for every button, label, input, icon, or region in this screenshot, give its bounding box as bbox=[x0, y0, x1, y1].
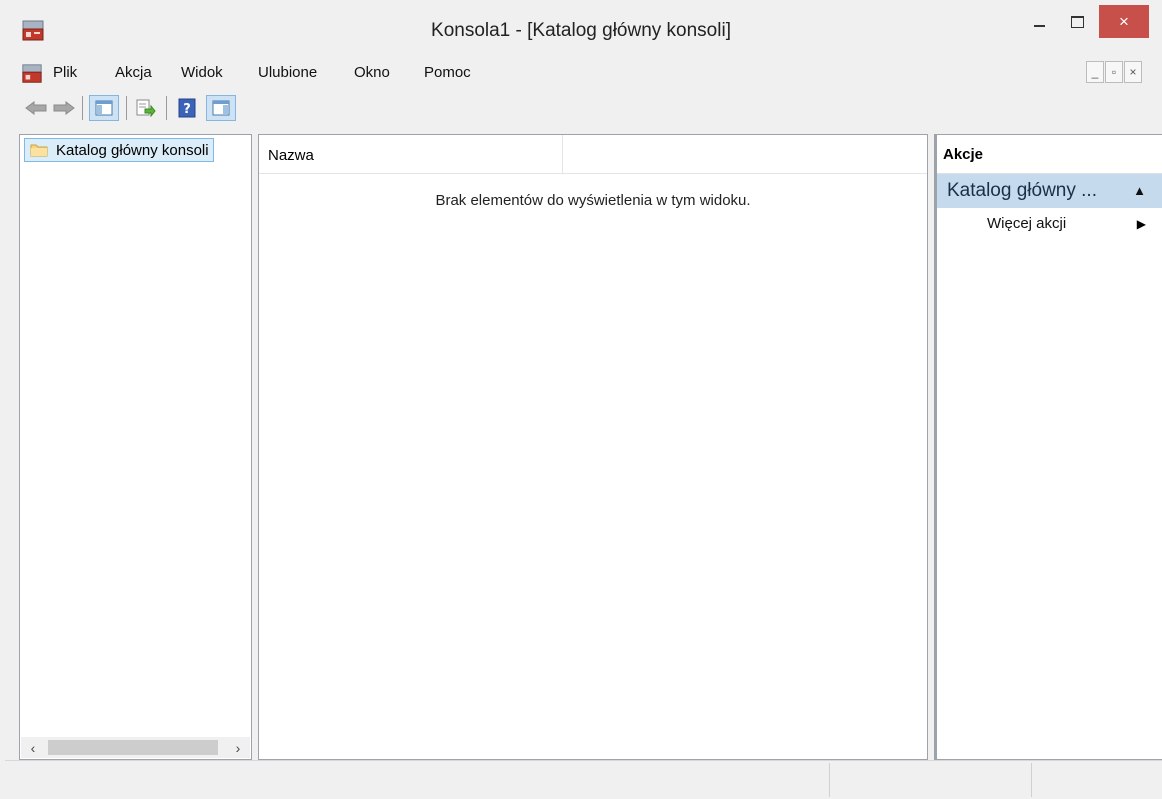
back-button[interactable] bbox=[24, 95, 48, 121]
show-hide-console-tree-button[interactable] bbox=[89, 95, 119, 121]
status-separator bbox=[1031, 763, 1032, 797]
close-icon: × bbox=[1119, 11, 1129, 31]
menu-pomoc-label: Pomoc bbox=[424, 64, 471, 81]
mdi-close-icon: × bbox=[1129, 65, 1137, 79]
menu-widok-label: Widok bbox=[181, 64, 223, 81]
forward-button[interactable] bbox=[52, 95, 76, 121]
toolbar-separator bbox=[126, 96, 127, 120]
menu-ulubione[interactable]: Ulubione bbox=[258, 64, 317, 81]
more-actions-label: Więcej akcji bbox=[987, 215, 1067, 232]
toolbar-separator bbox=[166, 96, 167, 120]
mdi-restore-icon: ▫ bbox=[1111, 65, 1117, 79]
actions-group-header[interactable]: Katalog główny ... ▲ bbox=[937, 174, 1162, 208]
svg-text:?: ? bbox=[183, 102, 191, 117]
menu-akcja[interactable]: Akcja bbox=[115, 64, 152, 81]
actions-group-title: Katalog główny ... bbox=[947, 180, 1097, 201]
menu-plik-label: Plik bbox=[53, 64, 78, 81]
tree-item-root-label: Katalog główny konsoli bbox=[56, 141, 209, 159]
menu-okno-label: Okno bbox=[354, 64, 390, 81]
help-icon: ? bbox=[178, 98, 196, 118]
mdi-restore-button[interactable]: ▫ bbox=[1105, 61, 1123, 83]
menu-bar bbox=[0, 60, 1162, 88]
tree-item-root[interactable]: Katalog główny konsoli bbox=[24, 138, 214, 162]
maximize-button[interactable] bbox=[1062, 5, 1092, 38]
mdi-minimize-icon: _ bbox=[1091, 65, 1099, 79]
show-hide-console-tree-icon bbox=[95, 100, 113, 116]
status-bar bbox=[5, 760, 1162, 799]
empty-list-message: Brak elementów do wyświetlenia w tym wid… bbox=[435, 192, 751, 209]
menu-widok[interactable]: Widok bbox=[181, 64, 223, 81]
collapse-caret-icon[interactable]: ▲ bbox=[1133, 174, 1146, 208]
window-title: Konsola1 - [Katalog główny konsoli] bbox=[431, 20, 731, 41]
menu-akcja-label: Akcja bbox=[115, 64, 152, 81]
toolbar-separator bbox=[82, 96, 83, 120]
title-bar: Konsola1 - [Katalog główny konsoli] × bbox=[0, 0, 1162, 60]
help-button[interactable]: ? bbox=[174, 95, 200, 121]
tree-horizontal-scrollbar[interactable]: ‹ › bbox=[21, 737, 250, 758]
export-list-icon bbox=[136, 99, 156, 117]
show-hide-action-pane-button[interactable] bbox=[206, 95, 236, 121]
folder-icon bbox=[30, 144, 48, 157]
close-button[interactable]: × bbox=[1099, 5, 1149, 38]
minimize-icon bbox=[1033, 24, 1045, 27]
more-actions-item[interactable]: Więcej akcji bbox=[987, 215, 1066, 232]
menu-ulubione-label: Ulubione bbox=[258, 64, 318, 81]
forward-arrow-icon bbox=[53, 101, 75, 115]
list-header: Nazwa bbox=[259, 135, 927, 174]
status-separator bbox=[829, 763, 830, 797]
export-list-button[interactable] bbox=[132, 95, 160, 121]
mdi-minimize-button[interactable]: _ bbox=[1086, 61, 1104, 83]
column-header-nazwa[interactable]: Nazwa bbox=[259, 135, 563, 173]
console-tree-pane: Katalog główny konsoli ‹ › bbox=[19, 134, 252, 760]
results-pane: Nazwa Brak elementów do wyświetlenia w t… bbox=[258, 134, 928, 760]
scroll-right-icon[interactable]: › bbox=[228, 737, 248, 758]
back-arrow-icon bbox=[25, 101, 47, 115]
actions-pane: Akcje Katalog główny ... ▲ Więcej akcji … bbox=[934, 134, 1162, 760]
scroll-left-icon[interactable]: ‹ bbox=[23, 737, 43, 758]
minimize-button[interactable] bbox=[1024, 5, 1054, 38]
maximize-icon bbox=[1070, 15, 1084, 28]
submenu-arrow-icon[interactable]: ▶ bbox=[1137, 217, 1146, 231]
menu-plik[interactable]: Plik bbox=[53, 64, 77, 81]
mdi-close-button[interactable]: × bbox=[1124, 61, 1142, 83]
menu-okno[interactable]: Okno bbox=[354, 64, 390, 81]
show-hide-action-pane-icon bbox=[212, 100, 230, 116]
system-menu-icon[interactable] bbox=[21, 63, 43, 85]
scroll-thumb[interactable] bbox=[48, 740, 218, 755]
menu-pomoc[interactable]: Pomoc bbox=[424, 64, 471, 81]
actions-header: Akcje bbox=[937, 135, 1162, 174]
